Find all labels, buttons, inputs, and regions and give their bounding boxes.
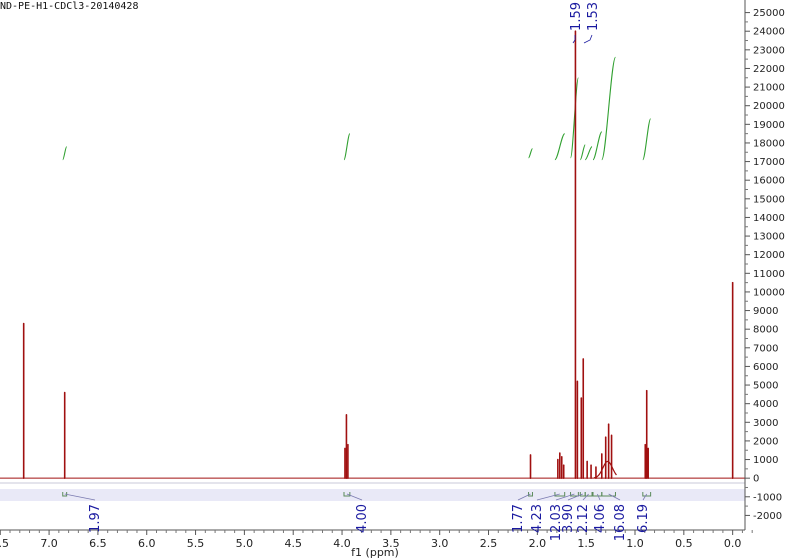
y-tick-label: 21000 (753, 83, 785, 94)
peak-position-label: 1.59 (569, 2, 584, 31)
x-tick-label: 2.0 (529, 537, 547, 550)
x-tick-label: 5.5 (187, 537, 205, 550)
x-tick-label: 6.0 (138, 537, 156, 550)
x-tick-label: 1.5 (577, 537, 595, 550)
y-tick-label: 19000 (753, 120, 785, 131)
x-tick-label: 3.5 (382, 537, 400, 550)
y-tick-label: 25000 (753, 8, 785, 19)
integral-value-label: 1.77 (511, 504, 526, 533)
y-tick-label: 22000 (753, 64, 785, 75)
x-tick-label: 3.0 (431, 537, 449, 550)
y-tick-label: 12000 (753, 250, 785, 261)
integral-value-label: 4.23 (530, 504, 545, 533)
y-tick-label: 15000 (753, 194, 785, 205)
x-tick-label: 2.5 (480, 537, 498, 550)
x-tick-label: 4.5 (284, 537, 302, 550)
plot-background (0, 0, 800, 558)
x-tick-label: 6.5 (89, 537, 107, 550)
y-tick-label: 24000 (753, 27, 785, 38)
x-tick-label: 4.0 (333, 537, 351, 550)
y-tick-label: 10000 (753, 287, 785, 298)
peak-position-label: 1.53 (586, 2, 601, 31)
y-tick-label: 2000 (753, 436, 778, 447)
y-tick-label: 8000 (753, 325, 778, 336)
x-tick-label: 1.0 (626, 537, 644, 550)
x-tick-label: 0.0 (724, 537, 742, 550)
y-tick-label: 3000 (753, 418, 778, 429)
y-tick-label: 20000 (753, 101, 785, 112)
y-tick-label: -1000 (753, 492, 782, 503)
y-tick-label: 14000 (753, 213, 785, 224)
integral-band (0, 489, 745, 501)
y-tick-label: 6000 (753, 362, 778, 373)
integral-value-label: 2.12 (576, 504, 591, 533)
y-tick-label: 7000 (753, 343, 778, 354)
x-tick-label: 7.0 (40, 537, 58, 550)
integral-value-label: 4.06 (593, 504, 608, 533)
y-tick-label: -2000 (753, 511, 782, 522)
x-tick-label: 7.5 (0, 537, 9, 550)
y-tick-label: 4000 (753, 399, 778, 410)
y-tick-label: 1000 (753, 455, 778, 466)
y-tick-label: 11000 (753, 269, 785, 280)
y-tick-label: 13000 (753, 232, 785, 243)
y-tick-label: 17000 (753, 157, 785, 168)
chart-title: ND-PE-H1-CDCl3-20140428 (0, 1, 138, 12)
x-tick-label: 5.0 (236, 537, 254, 550)
y-tick-label: 18000 (753, 138, 785, 149)
x-tick-label: 0.5 (675, 537, 693, 550)
y-tick-label: 0 (753, 474, 759, 485)
y-tick-label: 16000 (753, 176, 785, 187)
integral-value-label: 1.97 (88, 504, 103, 533)
integral-value-label: 4.00 (355, 504, 370, 533)
integral-value-label: 3.90 (561, 504, 576, 533)
y-tick-label: 5000 (753, 381, 778, 392)
y-tick-label: 23000 (753, 45, 785, 56)
y-tick-label: 9000 (753, 306, 778, 317)
integral-value-label: 6.19 (636, 504, 651, 533)
nmr-spectrum-chart: ND-PE-H1-CDCl3-20140428 f1 (ppm) -2000-1… (0, 0, 800, 558)
integral-value-label: 16.08 (613, 504, 628, 541)
